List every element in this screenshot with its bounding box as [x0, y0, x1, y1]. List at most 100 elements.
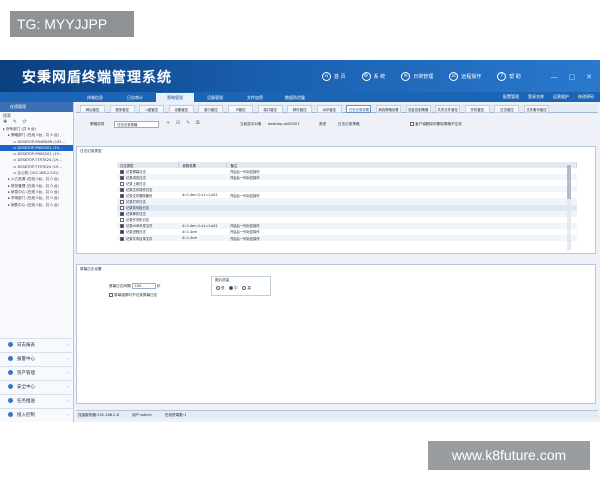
sidebar-toolbar-icons[interactable]: ✚ ✎ ⟳: [0, 119, 73, 126]
checkbox[interactable]: [120, 218, 124, 223]
quality-mid[interactable]: 中: [229, 286, 238, 290]
current-object-value: desktop-ph85301: [268, 122, 300, 126]
log-type-label: 记录邮件日志: [126, 212, 146, 217]
alarm-icon: [8, 356, 13, 361]
subtab[interactable]: 开机管控: [464, 105, 490, 113]
checkbox[interactable]: [120, 206, 124, 211]
add-icon[interactable]: +: [166, 120, 170, 126]
subtab[interactable]: 流量控制策略: [405, 105, 431, 113]
close-icon[interactable]: ✕: [586, 73, 592, 81]
checkbox[interactable]: [410, 122, 414, 126]
checkbox[interactable]: [120, 169, 124, 174]
interval-setting: 屏幕日志间隔 100 秒: [109, 283, 160, 289]
checkbox[interactable]: [109, 293, 113, 297]
subtab[interactable]: 水印管控: [316, 105, 342, 113]
checkbox[interactable]: [120, 181, 124, 186]
sidebar-header[interactable]: 在线管理: [0, 102, 73, 112]
no-effect-checkbox[interactable]: 客户端删除时删除策略不生效: [410, 122, 462, 127]
log-type-label: 记录USB外发文件: [126, 224, 153, 229]
sidebar-nav-tasks[interactable]: 任务推送: [0, 394, 74, 409]
checkbox[interactable]: [120, 200, 124, 205]
checkbox[interactable]: [120, 224, 124, 229]
menu-tab-policy[interactable]: 策略管理: [156, 93, 194, 102]
tree-item[interactable]: ▸ 销售中心 (在线 0台，共 0 台): [0, 202, 73, 208]
subtab[interactable]: 日志记录设置: [346, 105, 372, 113]
checkbox[interactable]: [120, 212, 124, 217]
subtab[interactable]: 共享文件管控: [435, 105, 461, 113]
watermark-bottom: www.k8future.com: [428, 441, 590, 470]
scrollbar-thumb[interactable]: [567, 165, 571, 199]
quality-low-label: 低: [221, 286, 225, 290]
top-nav-help[interactable]: ? 帮 助: [497, 72, 521, 81]
radio[interactable]: [216, 286, 220, 290]
log-type-label: 记录开关机日志: [126, 218, 150, 223]
note-cell: 开启后一列对应操作: [226, 235, 577, 242]
quick-link-login[interactable]: 登录名称: [528, 94, 544, 100]
quick-link-ops[interactable]: 运营维护: [553, 94, 569, 100]
log-table-scrollbar[interactable]: [567, 162, 571, 250]
checkbox[interactable]: [120, 193, 124, 198]
checkbox[interactable]: [120, 236, 124, 241]
tree-item-label: 策略部门 (在线 0台，共 5 台): [10, 133, 59, 138]
radio[interactable]: [242, 286, 247, 290]
quality-low[interactable]: 低: [216, 286, 225, 290]
delete-icon[interactable]: ⊟: [176, 120, 180, 126]
tree-item-label: 人力资源 (在线 0台，共 0 台): [10, 177, 59, 182]
copy-icon[interactable]: ⧉: [196, 120, 200, 126]
menu-tab-device[interactable]: 设备管理: [196, 93, 234, 102]
top-nav-label: 首 页: [334, 74, 346, 80]
sidebar-nav-access[interactable]: 接入控制: [0, 408, 74, 422]
minimize-icon[interactable]: —: [551, 73, 558, 81]
checkbox[interactable]: [120, 230, 124, 235]
subtab[interactable]: 日志管控: [494, 105, 520, 113]
quick-link-config[interactable]: 配置管理: [503, 94, 519, 100]
tree-item-label: DESKTOP-PH85301 (19...: [17, 145, 63, 150]
home-icon: ⌂: [322, 72, 331, 81]
menu-tab-dlp[interactable]: 数据防泄露: [276, 93, 314, 102]
quality-high-label: 高: [247, 286, 251, 290]
menu-tab-log-audit[interactable]: 日志审计: [116, 93, 154, 102]
edit-icon[interactable]: ✎: [186, 120, 190, 126]
top-nav-daily[interactable]: ≡ 日常管理: [401, 72, 433, 81]
maximize-icon[interactable]: ▢: [569, 73, 576, 81]
menu-tab-encryption[interactable]: 文件加密: [236, 93, 274, 102]
subtab[interactable]: 邮件管控: [287, 105, 313, 113]
subtab[interactable]: 端口管控: [257, 105, 283, 113]
table-row[interactable]: 记录共享目录文件 4=1.4cm 开启后一列对应操作: [117, 235, 577, 242]
top-nav-label: 帮 助: [509, 74, 521, 80]
radio[interactable]: [229, 286, 234, 290]
sidebar-nav-alarms[interactable]: 报警中心: [0, 352, 74, 367]
tree-item-label: 销售中心 (在线 0台，共 0 台): [10, 202, 59, 207]
checkbox[interactable]: [120, 175, 124, 180]
type-value: 日志记录策略: [338, 122, 360, 126]
sidebar-nav-assets[interactable]: 资产管理: [0, 366, 74, 381]
asset-icon: [8, 370, 13, 375]
sidebar-nav-label: 安全中心: [17, 385, 35, 390]
top-nav-system[interactable]: ⚙ 系 统: [361, 72, 385, 81]
quality-high[interactable]: 高: [242, 286, 251, 290]
department-tree: ▸ 所有部门 (共 6 台) ▸ 策略部门 (在线 0台，共 5 台) ▭ DESK…: [0, 126, 73, 208]
app-window: 安秉网盾终端管理系统 ⌂ 首 页 ⚙ 系 统 ≡ 日常管理 ⇄ 远程操作 ? 帮 助 — …: [0, 60, 600, 422]
subtab[interactable]: 离线策略设置: [376, 105, 401, 113]
gear-icon: ⚙: [361, 72, 371, 81]
subtab[interactable]: 窗口管控: [198, 105, 224, 113]
subtab[interactable]: U盘管控: [139, 105, 165, 113]
subtab[interactable]: 程序管控: [109, 105, 135, 113]
interval-input[interactable]: 100: [131, 283, 156, 289]
lock-screen-option[interactable]: 屏幕锁屏时不记录屏幕日志: [109, 293, 157, 298]
sidebar-nav-security[interactable]: 安全中心: [0, 380, 74, 395]
sidebar-search[interactable]: 搜索: [0, 112, 73, 119]
subtab[interactable]: 文件备份管控: [524, 105, 549, 113]
menu-tab-terminal-info[interactable]: 终端信息: [76, 93, 114, 102]
checkbox[interactable]: [120, 187, 124, 192]
subtab[interactable]: IP管控: [228, 105, 253, 113]
top-nav-home[interactable]: ⌂ 首 页: [322, 72, 346, 81]
strategy-select[interactable]: 日志记录策略: [114, 121, 159, 128]
sidebar-nav-reports[interactable]: 日志报表: [0, 338, 74, 353]
subtab[interactable]: 网址管控: [80, 105, 105, 113]
task-icon: [8, 398, 13, 403]
quick-link-password[interactable]: 修改密码: [578, 94, 594, 100]
document-icon: ≡: [401, 72, 411, 81]
subtab[interactable]: 设备管控: [168, 105, 194, 113]
top-nav-remote[interactable]: ⇄ 远程操作: [449, 72, 481, 81]
